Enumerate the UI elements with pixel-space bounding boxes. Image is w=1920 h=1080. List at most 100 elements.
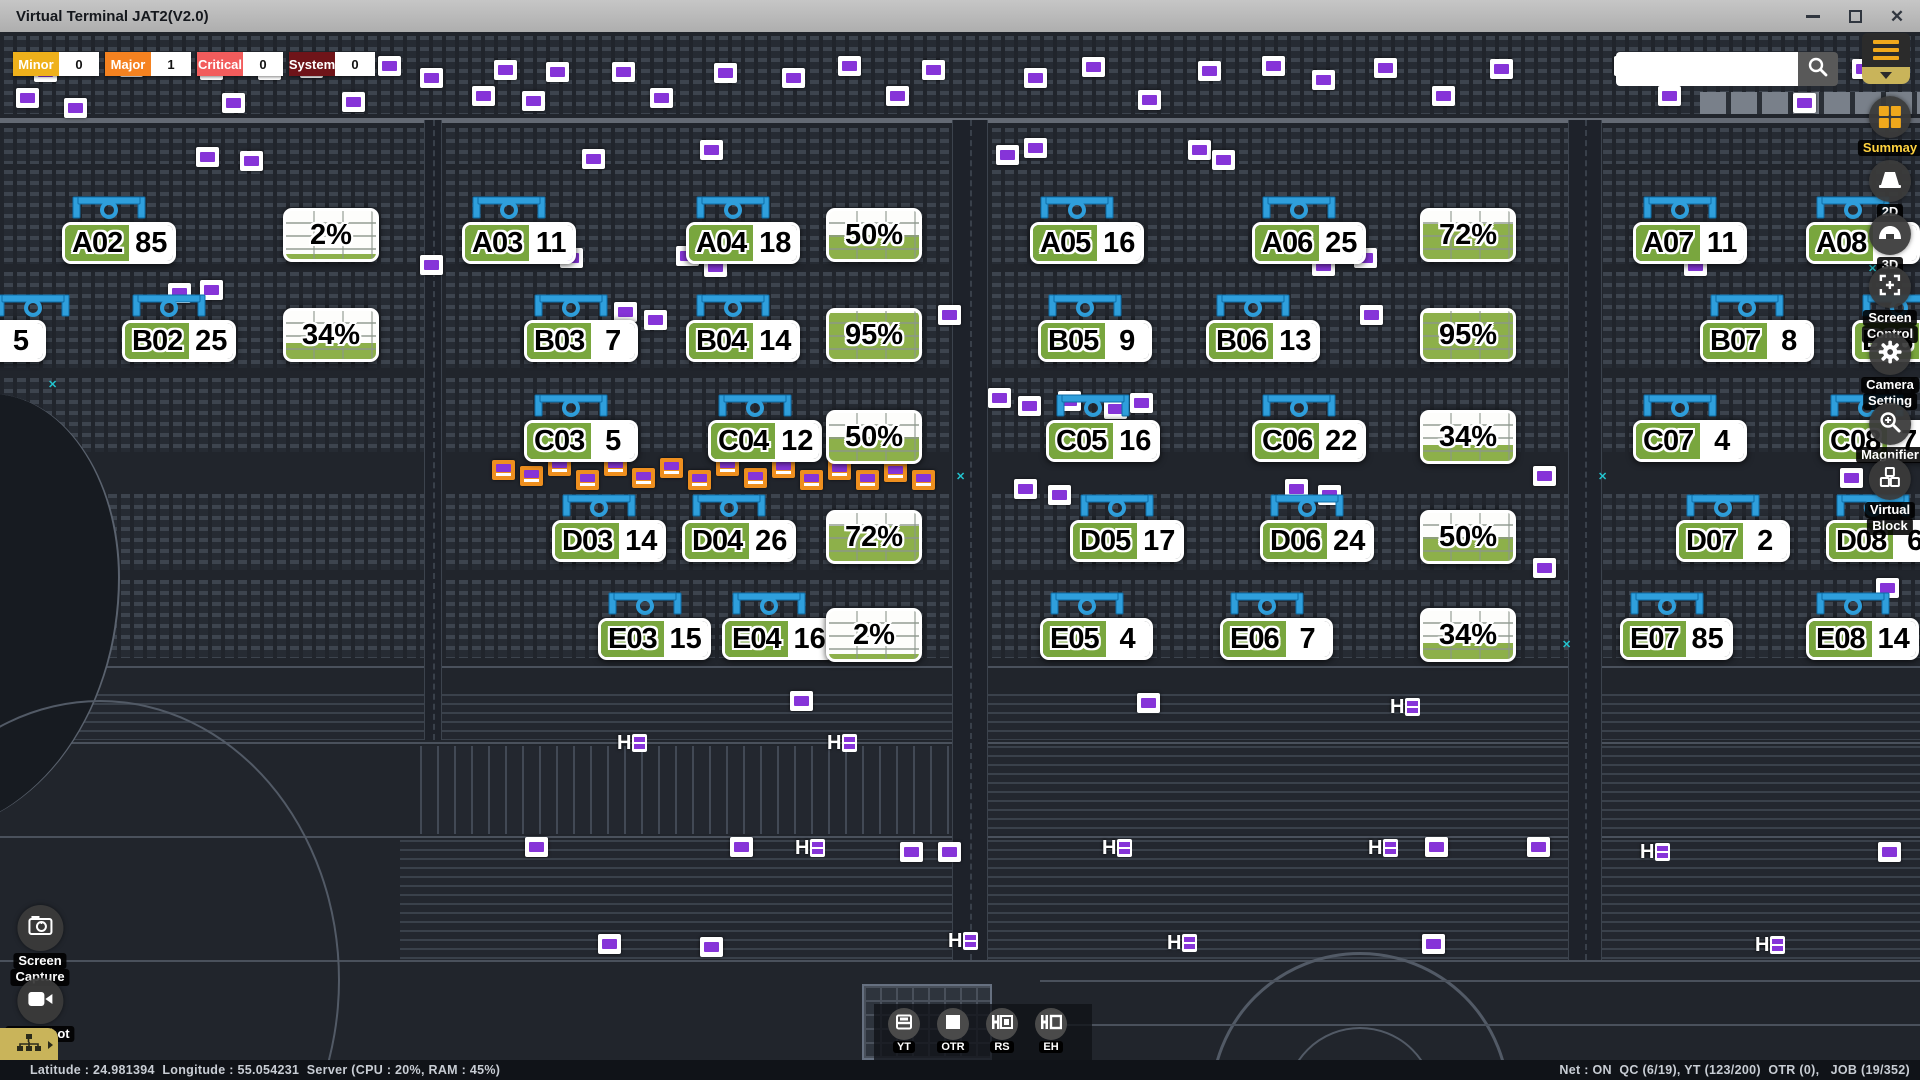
yard-truck-marker[interactable] bbox=[1533, 558, 1556, 578]
container-handler-marker[interactable]: H bbox=[617, 733, 647, 753]
yard-truck-marker[interactable] bbox=[1312, 70, 1335, 90]
yard-truck-marker[interactable] bbox=[1374, 58, 1397, 78]
highlighted-truck-marker[interactable] bbox=[492, 460, 515, 480]
search-button[interactable] bbox=[1798, 52, 1838, 86]
occupancy-block[interactable]: 50% bbox=[1420, 510, 1516, 564]
yard-block-A07[interactable]: A0711 bbox=[1633, 222, 1747, 264]
yard-block-B06[interactable]: B0613 bbox=[1206, 320, 1320, 362]
yard-block-E08[interactable]: E0814 bbox=[1806, 618, 1919, 660]
yard-truck-marker[interactable] bbox=[522, 91, 545, 111]
yard-truck-marker[interactable] bbox=[1138, 90, 1161, 110]
yard-truck-marker[interactable] bbox=[782, 68, 805, 88]
yard-truck-marker[interactable] bbox=[790, 691, 813, 711]
yard-truck-marker[interactable] bbox=[420, 255, 443, 275]
yard-truck-marker[interactable] bbox=[838, 56, 861, 76]
highlighted-truck-marker[interactable] bbox=[856, 470, 879, 490]
yard-block-B02[interactable]: B0225 bbox=[122, 320, 236, 362]
yard-truck-marker[interactable] bbox=[1490, 59, 1513, 79]
yard-truck-marker[interactable] bbox=[1262, 56, 1285, 76]
yard-truck-marker[interactable] bbox=[582, 149, 605, 169]
yard-truck-marker[interactable] bbox=[1048, 485, 1071, 505]
yard-block-E03[interactable]: E0315 bbox=[598, 618, 711, 660]
occupancy-block[interactable]: 34% bbox=[283, 308, 379, 362]
yard-truck-marker[interactable] bbox=[988, 388, 1011, 408]
container-handler-marker[interactable]: H bbox=[827, 733, 857, 753]
highlighted-truck-marker[interactable] bbox=[576, 470, 599, 490]
yard-block-E07[interactable]: E0785 bbox=[1620, 618, 1733, 660]
yard-truck-marker[interactable] bbox=[196, 147, 219, 167]
occupancy-block[interactable]: 34% bbox=[1420, 410, 1516, 464]
yard-truck-marker[interactable] bbox=[525, 837, 548, 857]
yard-truck-marker[interactable] bbox=[700, 140, 723, 160]
equipment-otr-button[interactable]: OTR bbox=[933, 1008, 973, 1053]
occupancy-block[interactable]: 34% bbox=[1420, 608, 1516, 662]
yard-truck-marker[interactable] bbox=[546, 62, 569, 82]
highlighted-truck-marker[interactable] bbox=[912, 470, 935, 490]
container-handler-marker[interactable]: H bbox=[1167, 933, 1197, 953]
yard-block-C05[interactable]: C0516 bbox=[1046, 420, 1160, 462]
occupancy-block[interactable]: 2% bbox=[826, 608, 922, 662]
yard-block-A02[interactable]: A0285 bbox=[62, 222, 176, 264]
yard-truck-marker[interactable] bbox=[730, 837, 753, 857]
yard-block-C04[interactable]: C0412 bbox=[708, 420, 822, 462]
container-handler-marker[interactable]: H bbox=[948, 931, 978, 951]
yard-block-partial[interactable]: 5 bbox=[0, 320, 46, 362]
yard-truck-marker[interactable] bbox=[1840, 468, 1863, 488]
occupancy-block[interactable]: 2% bbox=[283, 208, 379, 262]
yard-truck-marker[interactable] bbox=[938, 842, 961, 862]
container-handler-marker[interactable]: H bbox=[1755, 935, 1785, 955]
yard-block-D06[interactable]: D0624 bbox=[1260, 520, 1374, 562]
yard-truck-marker[interactable] bbox=[886, 86, 909, 106]
highlighted-truck-marker[interactable] bbox=[884, 462, 907, 482]
yard-truck-marker[interactable] bbox=[1878, 842, 1901, 862]
yard-block-C06[interactable]: C0622 bbox=[1252, 420, 1366, 462]
yard-truck-marker[interactable] bbox=[644, 310, 667, 330]
container-handler-marker[interactable]: H bbox=[1640, 842, 1670, 862]
occupancy-block[interactable]: 95% bbox=[826, 308, 922, 362]
occupancy-block[interactable]: 50% bbox=[826, 208, 922, 262]
highlighted-truck-marker[interactable] bbox=[688, 470, 711, 490]
yard-block-B03[interactable]: B037 bbox=[524, 320, 638, 362]
tool-magnifier[interactable]: Magnifier bbox=[1856, 403, 1920, 463]
tool-virtual-block[interactable]: VirtualBlock bbox=[1865, 458, 1915, 535]
yard-truck-marker[interactable] bbox=[598, 934, 621, 954]
yard-truck-marker[interactable] bbox=[1425, 837, 1448, 857]
tool-2d[interactable]: 2D bbox=[1869, 160, 1911, 220]
yard-truck-marker[interactable] bbox=[1024, 68, 1047, 88]
tool-summary[interactable]: Summay bbox=[1858, 96, 1920, 156]
yard-block-A03[interactable]: A0311 bbox=[462, 222, 576, 264]
yard-truck-marker[interactable] bbox=[922, 60, 945, 80]
highlighted-truck-marker[interactable] bbox=[800, 470, 823, 490]
highlighted-truck-marker[interactable] bbox=[632, 468, 655, 488]
terminal-yard-map[interactable]: A0285A0311A0418A0516A0625A0711A085B0225B… bbox=[0, 32, 1920, 1060]
yard-truck-marker[interactable] bbox=[1130, 393, 1153, 413]
equipment-eh-button[interactable]: EH bbox=[1031, 1008, 1071, 1053]
yard-truck-marker[interactable] bbox=[1658, 86, 1681, 106]
yard-truck-marker[interactable] bbox=[240, 151, 263, 171]
yard-truck-marker[interactable] bbox=[996, 145, 1019, 165]
yard-truck-marker[interactable] bbox=[1432, 86, 1455, 106]
container-handler-marker[interactable]: H bbox=[1368, 838, 1398, 858]
highlighted-truck-marker[interactable] bbox=[660, 458, 683, 478]
yard-truck-marker[interactable] bbox=[342, 92, 365, 112]
occupancy-block[interactable]: 72% bbox=[826, 510, 922, 564]
tool-screen-control[interactable]: ScreenControl bbox=[1862, 266, 1918, 343]
yard-truck-marker[interactable] bbox=[614, 302, 637, 322]
yard-truck-marker[interactable] bbox=[1527, 837, 1550, 857]
yard-block-D05[interactable]: D0517 bbox=[1070, 520, 1184, 562]
layout-flyout-tab[interactable] bbox=[0, 1028, 58, 1062]
tool-screen-capture[interactable]: ScreenCapture bbox=[10, 905, 69, 986]
yard-block-C03[interactable]: C035 bbox=[524, 420, 638, 462]
main-menu[interactable] bbox=[1862, 33, 1910, 84]
yard-block-C07[interactable]: C074 bbox=[1633, 420, 1747, 462]
yard-block-A06[interactable]: A0625 bbox=[1252, 222, 1366, 264]
yard-block-D04[interactable]: D0426 bbox=[682, 520, 796, 562]
yard-truck-marker[interactable] bbox=[1360, 305, 1383, 325]
container-handler-marker[interactable]: H bbox=[795, 838, 825, 858]
occupancy-block[interactable]: 50% bbox=[826, 410, 922, 464]
yard-truck-marker[interactable] bbox=[650, 88, 673, 108]
yard-truck-marker[interactable] bbox=[900, 842, 923, 862]
yard-block-B05[interactable]: B059 bbox=[1038, 320, 1152, 362]
yard-block-D07[interactable]: D072 bbox=[1676, 520, 1790, 562]
tool-camera-setting[interactable]: CameraSetting bbox=[1861, 333, 1919, 410]
